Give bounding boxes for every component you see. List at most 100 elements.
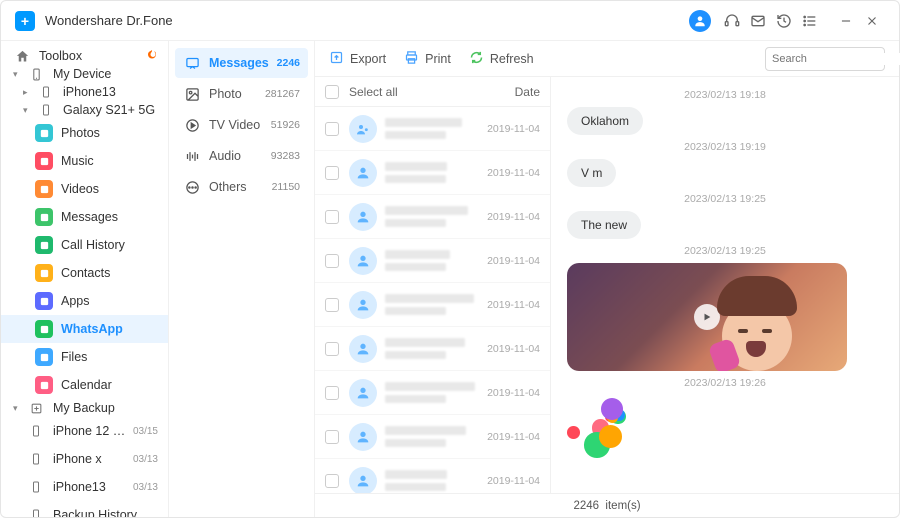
backup-date-badge: 03/15 bbox=[133, 426, 158, 437]
select-all-checkbox[interactable] bbox=[325, 85, 339, 99]
sidebar-device-iphone13[interactable]: ▸ iPhone13 bbox=[1, 83, 168, 101]
content-panes: Select all Date 2019-11-042019-11-042019… bbox=[315, 77, 899, 493]
print-button[interactable]: Print bbox=[404, 50, 451, 68]
message-bubble[interactable]: Oklahom bbox=[567, 107, 643, 135]
category-others[interactable]: Others21150 bbox=[175, 172, 308, 202]
search-field[interactable] bbox=[765, 47, 885, 71]
category-label: TV Video bbox=[209, 118, 271, 132]
row-date: 2019-11-04 bbox=[487, 431, 540, 443]
message-video[interactable] bbox=[567, 263, 847, 371]
menu-list-icon[interactable] bbox=[797, 8, 823, 34]
category-count: 2246 bbox=[277, 57, 300, 69]
conversation-row[interactable]: 2019-11-04 bbox=[315, 327, 550, 371]
sidebar-item-music[interactable]: Music bbox=[1, 147, 168, 175]
row-checkbox[interactable] bbox=[325, 298, 339, 312]
sidebar-section-mydevice[interactable]: ▾ My Device bbox=[1, 65, 168, 83]
sidebar-item-label: Apps bbox=[61, 294, 158, 308]
sidebar-item-toolbox[interactable]: Toolbox bbox=[1, 47, 168, 65]
export-button[interactable]: Export bbox=[329, 50, 386, 68]
headset-support-icon[interactable] bbox=[719, 8, 745, 34]
category-label: Audio bbox=[209, 149, 271, 163]
contact-name-redacted bbox=[385, 382, 487, 403]
sidebar-backup-iphone-12-mini[interactable]: iPhone 12 mini03/15 bbox=[1, 417, 168, 445]
contact-name-redacted bbox=[385, 162, 487, 183]
sidebar-item-photos[interactable]: Photos bbox=[1, 119, 168, 147]
message-sticker[interactable] bbox=[567, 395, 647, 465]
contact-name-redacted bbox=[385, 118, 487, 139]
sidebar-item-apps[interactable]: Apps bbox=[1, 287, 168, 315]
row-checkbox[interactable] bbox=[325, 166, 339, 180]
sidebar-item-files[interactable]: Files bbox=[1, 343, 168, 371]
sidebar-item-messages[interactable]: Messages bbox=[1, 203, 168, 231]
category-photo[interactable]: Photo281267 bbox=[175, 79, 308, 109]
conversation-row[interactable]: 2019-11-04 bbox=[315, 239, 550, 283]
row-checkbox[interactable] bbox=[325, 342, 339, 356]
category-audio[interactable]: Audio93283 bbox=[175, 141, 308, 171]
sidebar-label: Toolbox bbox=[39, 49, 146, 63]
sidebar-item-contacts[interactable]: Contacts bbox=[1, 259, 168, 287]
row-checkbox[interactable] bbox=[325, 430, 339, 444]
contact-name-redacted bbox=[385, 470, 487, 491]
sidebar-device-galaxy[interactable]: ▾ Galaxy S21+ 5G bbox=[1, 101, 168, 119]
print-label: Print bbox=[425, 52, 451, 66]
minimize-button[interactable] bbox=[833, 8, 859, 34]
conversation-row[interactable]: 2019-11-04 bbox=[315, 107, 550, 151]
category-tv-video[interactable]: TV Video51926 bbox=[175, 110, 308, 140]
mail-icon[interactable] bbox=[745, 8, 771, 34]
tv-video-icon bbox=[183, 118, 201, 133]
conversation-row[interactable]: 2019-11-04 bbox=[315, 371, 550, 415]
contact-avatar-icon bbox=[349, 203, 377, 231]
row-checkbox[interactable] bbox=[325, 474, 339, 488]
sidebar-item-label: Videos bbox=[61, 182, 158, 196]
message-bubble[interactable]: V m bbox=[567, 159, 616, 187]
category-label: Others bbox=[209, 180, 272, 194]
row-checkbox[interactable] bbox=[325, 210, 339, 224]
sidebar-label: My Backup bbox=[53, 401, 158, 415]
sidebar-item-videos[interactable]: Videos bbox=[1, 175, 168, 203]
music-icon bbox=[35, 152, 53, 170]
conversation-row[interactable]: 2019-11-04 bbox=[315, 151, 550, 195]
files-icon bbox=[35, 348, 53, 366]
list-scroll[interactable]: 2019-11-042019-11-042019-11-042019-11-04… bbox=[315, 107, 550, 493]
conversation-row[interactable]: 2019-11-04 bbox=[315, 459, 550, 493]
sidebar-section-mybackup[interactable]: ▾ My Backup bbox=[1, 399, 168, 417]
conversation-row[interactable]: 2019-11-04 bbox=[315, 195, 550, 239]
row-checkbox[interactable] bbox=[325, 122, 339, 136]
sidebar-backup-backup-history[interactable]: Backup History bbox=[1, 501, 168, 517]
chat-pane[interactable]: 2023/02/13 19:18Oklahom2023/02/13 19:19V… bbox=[551, 77, 899, 493]
contact-name-redacted bbox=[385, 294, 487, 315]
category-label: Photo bbox=[209, 87, 265, 101]
sidebar-backup-iphone-x[interactable]: iPhone x03/13 bbox=[1, 445, 168, 473]
row-checkbox[interactable] bbox=[325, 386, 339, 400]
sidebar-item-calendar[interactable]: Calendar bbox=[1, 371, 168, 399]
sidebar-item-label: Music bbox=[61, 154, 158, 168]
sidebar-item-call-history[interactable]: Call History bbox=[1, 231, 168, 259]
content-toolbar: Export Print Refresh bbox=[315, 41, 899, 77]
device-icon bbox=[27, 65, 45, 83]
history-icon[interactable] bbox=[771, 8, 797, 34]
message-bubble[interactable]: The new bbox=[567, 211, 641, 239]
sidebar-label: iPhone13 bbox=[63, 85, 158, 99]
contact-avatar-icon bbox=[349, 159, 377, 187]
user-account-icon[interactable] bbox=[689, 10, 711, 32]
message-timestamp: 2023/02/13 19:26 bbox=[567, 377, 883, 389]
contact-name-redacted bbox=[385, 206, 487, 227]
conversation-row[interactable]: 2019-11-04 bbox=[315, 415, 550, 459]
search-input[interactable] bbox=[772, 53, 900, 65]
sidebar-backup-iphone13[interactable]: iPhone1303/13 bbox=[1, 473, 168, 501]
contact-avatar-icon bbox=[349, 115, 377, 143]
conversation-row[interactable]: 2019-11-04 bbox=[315, 283, 550, 327]
refresh-label: Refresh bbox=[490, 52, 534, 66]
call-history-icon bbox=[35, 236, 53, 254]
close-button[interactable] bbox=[859, 8, 885, 34]
footer-unit: item(s) bbox=[605, 500, 640, 512]
sidebar-item-label: Contacts bbox=[61, 266, 158, 280]
row-date: 2019-11-04 bbox=[487, 255, 540, 267]
refresh-button[interactable]: Refresh bbox=[469, 50, 534, 68]
sidebar-item-whatsapp[interactable]: WhatsApp bbox=[1, 315, 168, 343]
photos-icon bbox=[35, 124, 53, 142]
category-messages[interactable]: Messages2246 bbox=[175, 48, 308, 78]
sidebar-item-label: Backup History bbox=[53, 508, 158, 517]
row-checkbox[interactable] bbox=[325, 254, 339, 268]
category-count: 51926 bbox=[271, 119, 300, 131]
